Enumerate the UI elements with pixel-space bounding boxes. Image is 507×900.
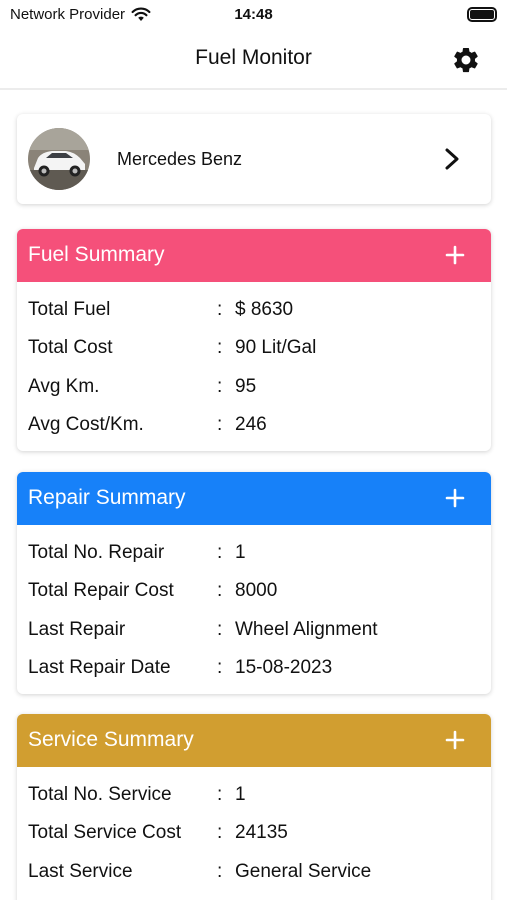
service-row: Total Service Cost : 24135 bbox=[17, 815, 491, 853]
row-label: Last Service bbox=[28, 860, 133, 882]
row-colon: : bbox=[217, 413, 223, 435]
row-label: Total No. Service bbox=[28, 784, 172, 805]
chevron-right-icon[interactable] bbox=[443, 147, 461, 171]
fuel-row: Avg Km. : 95 bbox=[17, 369, 491, 407]
row-colon: : bbox=[217, 337, 223, 359]
row-value: 1 bbox=[235, 542, 246, 563]
row-value: $ 8630 bbox=[235, 299, 294, 320]
row-label: Total Cost bbox=[28, 337, 113, 359]
row-value: 1 bbox=[235, 784, 246, 805]
row-label: Avg Cost/Km. bbox=[28, 413, 144, 435]
service-summary-header: Service Summary bbox=[17, 714, 491, 767]
row-value: 24135 bbox=[235, 822, 288, 844]
repair-row: Last Repair Date : 15-08-2023 bbox=[17, 650, 491, 688]
fuel-row: Total Fuel : $ 8630 bbox=[17, 292, 491, 330]
service-summary-card: Service Summary Total No. Service : 1 To… bbox=[17, 714, 491, 900]
fuel-summary-rows: Total Fuel : $ 8630 Total Cost : 90 Lit/… bbox=[17, 282, 491, 445]
row-value: 15-08-2023 bbox=[235, 656, 333, 678]
row-value: 8000 bbox=[235, 580, 278, 602]
row-label: Avg Km. bbox=[28, 375, 100, 397]
row-value: 246 bbox=[235, 413, 267, 435]
avatar bbox=[28, 128, 90, 190]
plus-icon[interactable] bbox=[443, 728, 467, 752]
row-colon: : bbox=[217, 618, 223, 640]
row-colon: : bbox=[217, 580, 223, 602]
status-bar: Network Provider 14:48 bbox=[0, 0, 507, 30]
repair-row: Last Repair : Wheel Alignment bbox=[17, 612, 491, 650]
repair-row: Total No. Repair : 1 bbox=[17, 535, 491, 573]
page-title: Fuel Monitor bbox=[195, 46, 312, 69]
fuel-row: Avg Cost/Km. : 246 bbox=[17, 407, 491, 445]
fuel-summary-card: Fuel Summary Total Fuel : $ 8630 Total C… bbox=[17, 229, 491, 451]
row-label: Total No. Repair bbox=[28, 542, 165, 563]
row-label: Total Service Cost bbox=[28, 822, 182, 844]
status-time: 14:48 bbox=[234, 6, 273, 23]
row-value: General Service bbox=[235, 860, 372, 882]
row-value: Wheel Alignment bbox=[235, 618, 378, 640]
repair-summary-rows: Total No. Repair : 1 Total Repair Cost :… bbox=[17, 525, 491, 688]
gear-icon[interactable] bbox=[451, 45, 481, 75]
row-value: 90 Lit/Gal bbox=[235, 337, 317, 359]
row-colon: : bbox=[217, 375, 223, 397]
row-label: Total Repair Cost bbox=[28, 580, 174, 602]
service-summary-title: Service Summary bbox=[28, 728, 194, 751]
fuel-row: Total Cost : 90 Lit/Gal bbox=[17, 330, 491, 368]
fuel-summary-header: Fuel Summary bbox=[17, 229, 491, 282]
battery-icon bbox=[467, 7, 497, 22]
vehicle-name: Mercedes Benz bbox=[117, 149, 243, 169]
repair-summary-title: Repair Summary bbox=[28, 486, 186, 509]
row-colon: : bbox=[217, 860, 223, 882]
fuel-summary-title: Fuel Summary bbox=[28, 243, 165, 266]
plus-icon[interactable] bbox=[443, 486, 467, 510]
plus-icon[interactable] bbox=[443, 243, 467, 267]
service-row: Last Service : General Service bbox=[17, 854, 491, 892]
row-colon: : bbox=[217, 299, 223, 320]
row-label: Last Repair Date bbox=[28, 656, 171, 678]
service-row: Total No. Service : 1 bbox=[17, 777, 491, 815]
row-colon: : bbox=[217, 542, 223, 563]
row-colon: : bbox=[217, 822, 223, 844]
repair-row: Total Repair Cost : 8000 bbox=[17, 573, 491, 611]
nav-bar: Fuel Monitor bbox=[0, 30, 507, 90]
row-colon: : bbox=[217, 656, 223, 678]
vehicle-card[interactable]: Mercedes Benz bbox=[17, 114, 491, 204]
repair-summary-header: Repair Summary bbox=[17, 472, 491, 525]
service-summary-rows: Total No. Service : 1 Total Service Cost… bbox=[17, 767, 491, 892]
row-colon: : bbox=[217, 784, 223, 805]
row-label: Last Repair bbox=[28, 618, 126, 640]
repair-summary-card: Repair Summary Total No. Repair : 1 Tota… bbox=[17, 472, 491, 694]
row-value: 95 bbox=[235, 375, 257, 397]
battery-level bbox=[470, 10, 494, 19]
row-label: Total Fuel bbox=[28, 299, 111, 320]
